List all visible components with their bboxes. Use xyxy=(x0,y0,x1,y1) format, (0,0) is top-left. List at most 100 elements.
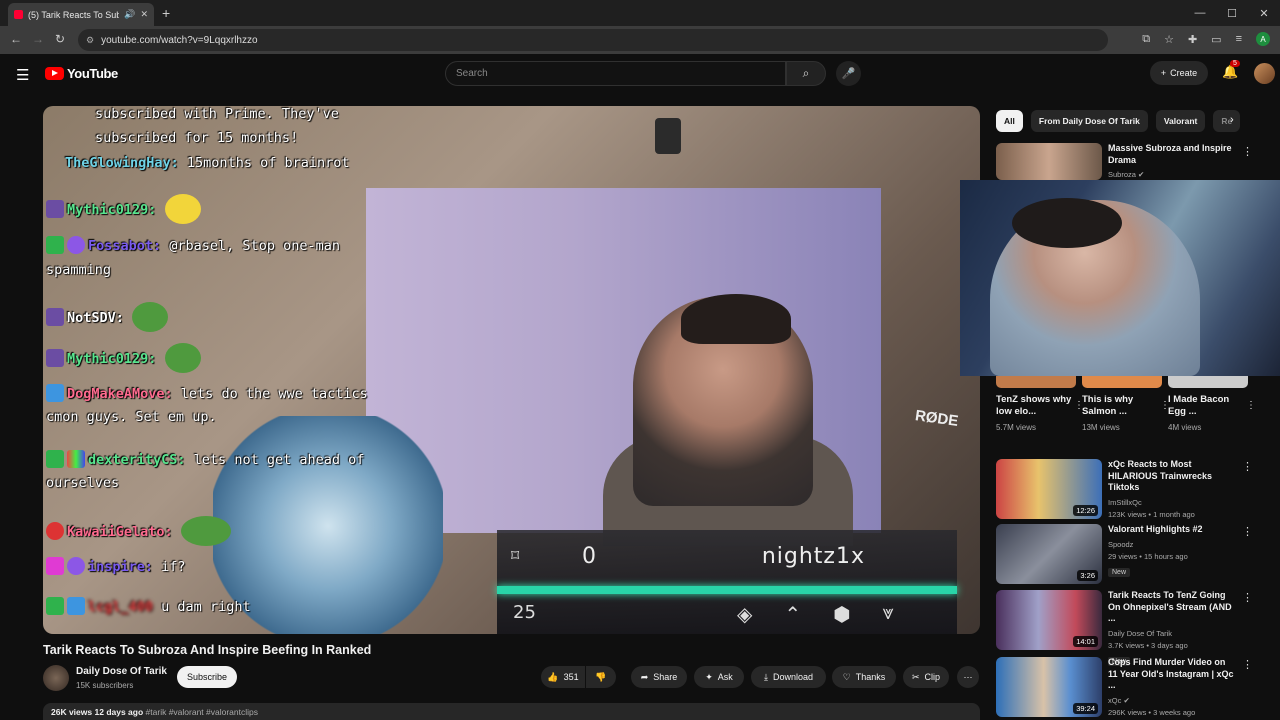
notifications-button[interactable]: 🔔 5 xyxy=(1222,60,1240,80)
short-item[interactable]: I Made Bacon Egg ... 4M views ⋮ xyxy=(1168,376,1256,432)
short-thumbnail[interactable] xyxy=(1082,376,1162,388)
short-more-icon[interactable]: ⋮ xyxy=(1246,400,1256,411)
clip-button[interactable]: ✂ Clip xyxy=(903,666,949,688)
chip-all[interactable]: All xyxy=(996,110,1023,132)
chat-text: lets do the wwe tactics xyxy=(172,386,368,402)
search-button[interactable]: ⌕ xyxy=(786,61,826,86)
crown-badge-icon xyxy=(67,597,85,615)
browser-toolbar: ← → ↻ ⚙ youtube.com/watch?v=9Lqqxrlhzzo … xyxy=(0,26,1280,54)
minimize-button[interactable]: — xyxy=(1184,0,1216,26)
youtube-logo[interactable]: YouTube xyxy=(45,66,118,81)
chip-valorant[interactable]: Valorant xyxy=(1155,110,1206,132)
more-actions-button[interactable]: ⋯ xyxy=(957,666,979,688)
rec-thumbnail[interactable]: 39:24 xyxy=(996,657,1102,717)
ability-icon-1: ◈ xyxy=(737,604,753,626)
chat-username: DogMakeAMove: xyxy=(67,386,173,402)
share-button[interactable]: ➦ Share xyxy=(631,666,687,688)
rec-title[interactable]: xQc Reacts to Most HILARIOUS Trainwrecks… xyxy=(1108,459,1236,494)
more-icon: ⋯ xyxy=(963,671,973,682)
close-window-button[interactable]: ✕ xyxy=(1248,0,1280,26)
short-title[interactable]: This is why Salmon ... xyxy=(1082,394,1162,418)
forward-arrow-icon[interactable]: → xyxy=(32,32,44,46)
rec-title[interactable]: Valorant Highlights #2 xyxy=(1108,524,1236,536)
rec-item[interactable]: Massive Subroza and Inspire Drama Subroz… xyxy=(996,143,1236,180)
chip-from-channel[interactable]: From Daily Dose Of Tarik xyxy=(1030,110,1148,132)
new-tab-button[interactable]: + xyxy=(162,5,170,21)
subscriber-count: 15K subscribers xyxy=(76,681,134,690)
rec-title[interactable]: Tarik Reacts To TenZ Going On Ohnepixel'… xyxy=(1108,590,1236,625)
rec-thumbnail[interactable]: 3:26 xyxy=(996,524,1102,584)
voice-search-button[interactable]: 🎤 xyxy=(836,61,861,86)
short-item[interactable]: TenZ shows why low elo... 5.7M views ⋮ xyxy=(996,376,1084,432)
back-arrow-icon[interactable]: ← xyxy=(10,32,22,46)
rec-more-icon[interactable]: ⋮ xyxy=(1242,658,1253,671)
create-button[interactable]: + Create xyxy=(1150,61,1208,85)
hud-armor-number: 25 xyxy=(513,602,536,623)
rec-channel[interactable]: Spoodz xyxy=(1108,540,1236,549)
thanks-button[interactable]: ♡ Thanks xyxy=(832,666,896,688)
webcam-overlay xyxy=(960,180,1280,376)
speaker-icon[interactable]: 🔊 xyxy=(124,9,135,20)
rec-item[interactable]: 3:26 Valorant Highlights #2 Spoodz 29 vi… xyxy=(996,524,1236,584)
rec-title[interactable]: Cops Find Murder Video on 11 Year Old's … xyxy=(1108,657,1236,692)
channel-avatar[interactable] xyxy=(43,665,69,691)
site-info-icon[interactable]: ⚙ xyxy=(86,35,94,46)
hashtags[interactable]: #tarik #valorant #valorantclips xyxy=(146,707,258,717)
rec-channel[interactable]: ImStillxQc xyxy=(1108,498,1236,507)
bookmark-star-icon[interactable]: ☆ xyxy=(1164,33,1174,46)
chat-line: subscribed with Prime. They've xyxy=(95,106,339,122)
sub-badge-icon xyxy=(46,308,64,326)
heart-badge-icon xyxy=(46,557,64,575)
menu-icon[interactable]: ☰ xyxy=(16,66,29,84)
rec-thumbnail[interactable] xyxy=(996,143,1102,180)
browser-tab[interactable]: (5) Tarik Reacts To Subroza 🔊 ✕ xyxy=(8,3,154,26)
rec-item[interactable]: 12:26 xQc Reacts to Most HILARIOUS Train… xyxy=(996,459,1236,519)
rec-more-icon[interactable]: ⋮ xyxy=(1242,145,1253,158)
ask-button[interactable]: ✦ Ask xyxy=(694,666,744,688)
short-thumbnail[interactable] xyxy=(996,376,1076,388)
rec-item[interactable]: 39:24 Cops Find Murder Video on 11 Year … xyxy=(996,657,1236,717)
rec-stats: 123K views • 1 month ago xyxy=(1108,509,1195,519)
channel-name[interactable]: Daily Dose Of Tarik xyxy=(76,666,167,677)
reload-icon[interactable]: ↻ xyxy=(55,32,65,46)
extensions-icon[interactable]: ✚ xyxy=(1188,33,1197,46)
thanks-label: Thanks xyxy=(855,672,886,682)
download-button[interactable]: ⤓ Download xyxy=(751,666,826,688)
address-bar[interactable]: ⚙ youtube.com/watch?v=9Lqqxrlhzzo xyxy=(78,29,1108,51)
rec-more-icon[interactable]: ⋮ xyxy=(1242,460,1253,473)
short-thumbnail[interactable] xyxy=(1168,376,1248,388)
rec-more-icon[interactable]: ⋮ xyxy=(1242,525,1253,538)
short-item[interactable]: This is why Salmon ... 13M views ⋮ xyxy=(1082,376,1170,432)
description-box[interactable]: 26K views 12 days ago #tarik #valorant #… xyxy=(43,703,980,720)
chevron-right-icon[interactable]: › xyxy=(1230,114,1234,126)
dislike-button[interactable]: 👎 xyxy=(586,666,616,688)
chat-line: TheGlowingHay: 15months of brainrot xyxy=(65,155,349,171)
rec-thumbnail[interactable]: 14:01 xyxy=(996,590,1102,650)
short-title[interactable]: I Made Bacon Egg ... xyxy=(1168,394,1248,418)
ability-icon-4: ⩔ xyxy=(882,602,894,624)
rec-channel[interactable]: xQc ✔ xyxy=(1108,696,1236,705)
maximize-button[interactable]: ☐ xyxy=(1216,0,1248,26)
rec-channel[interactable]: Daily Dose Of Tarik xyxy=(1108,629,1236,638)
short-title[interactable]: TenZ shows why low elo... xyxy=(996,394,1076,418)
install-app-icon[interactable]: ⧉ xyxy=(1142,33,1150,46)
chat-username: Mythic0129: xyxy=(67,202,157,218)
rec-more-icon[interactable]: ⋮ xyxy=(1242,591,1253,604)
rec-item[interactable]: 14:01 Tarik Reacts To TenZ Going On Ohne… xyxy=(996,590,1236,668)
video-player[interactable]: RØDE ⌑ 0 nightz1x 25 ◈ ⌃ ⬢ ⩔ subscribed … xyxy=(43,106,980,634)
reading-list-icon[interactable]: ≡ xyxy=(1236,33,1242,45)
rec-title[interactable]: Massive Subroza and Inspire Drama xyxy=(1108,143,1236,166)
like-count: 351 xyxy=(563,672,579,682)
search-input[interactable]: Search xyxy=(445,61,786,86)
account-avatar[interactable] xyxy=(1254,63,1275,84)
chat-line: Fossabot: @rbasel, Stop one-man xyxy=(46,236,340,254)
microphone-icon: 🎤 xyxy=(841,68,856,80)
split-view-icon[interactable]: ▭ xyxy=(1211,33,1221,46)
sub-badge-icon xyxy=(46,200,64,218)
close-tab-icon[interactable]: ✕ xyxy=(140,9,148,20)
chip-related[interactable]: Re xyxy=(1213,110,1241,132)
rec-thumbnail[interactable]: 12:26 xyxy=(996,459,1102,519)
like-button[interactable]: 👍 351 xyxy=(541,666,585,688)
subscribe-button[interactable]: Subscribe xyxy=(177,666,237,688)
browser-profile-avatar[interactable]: A xyxy=(1256,32,1270,46)
